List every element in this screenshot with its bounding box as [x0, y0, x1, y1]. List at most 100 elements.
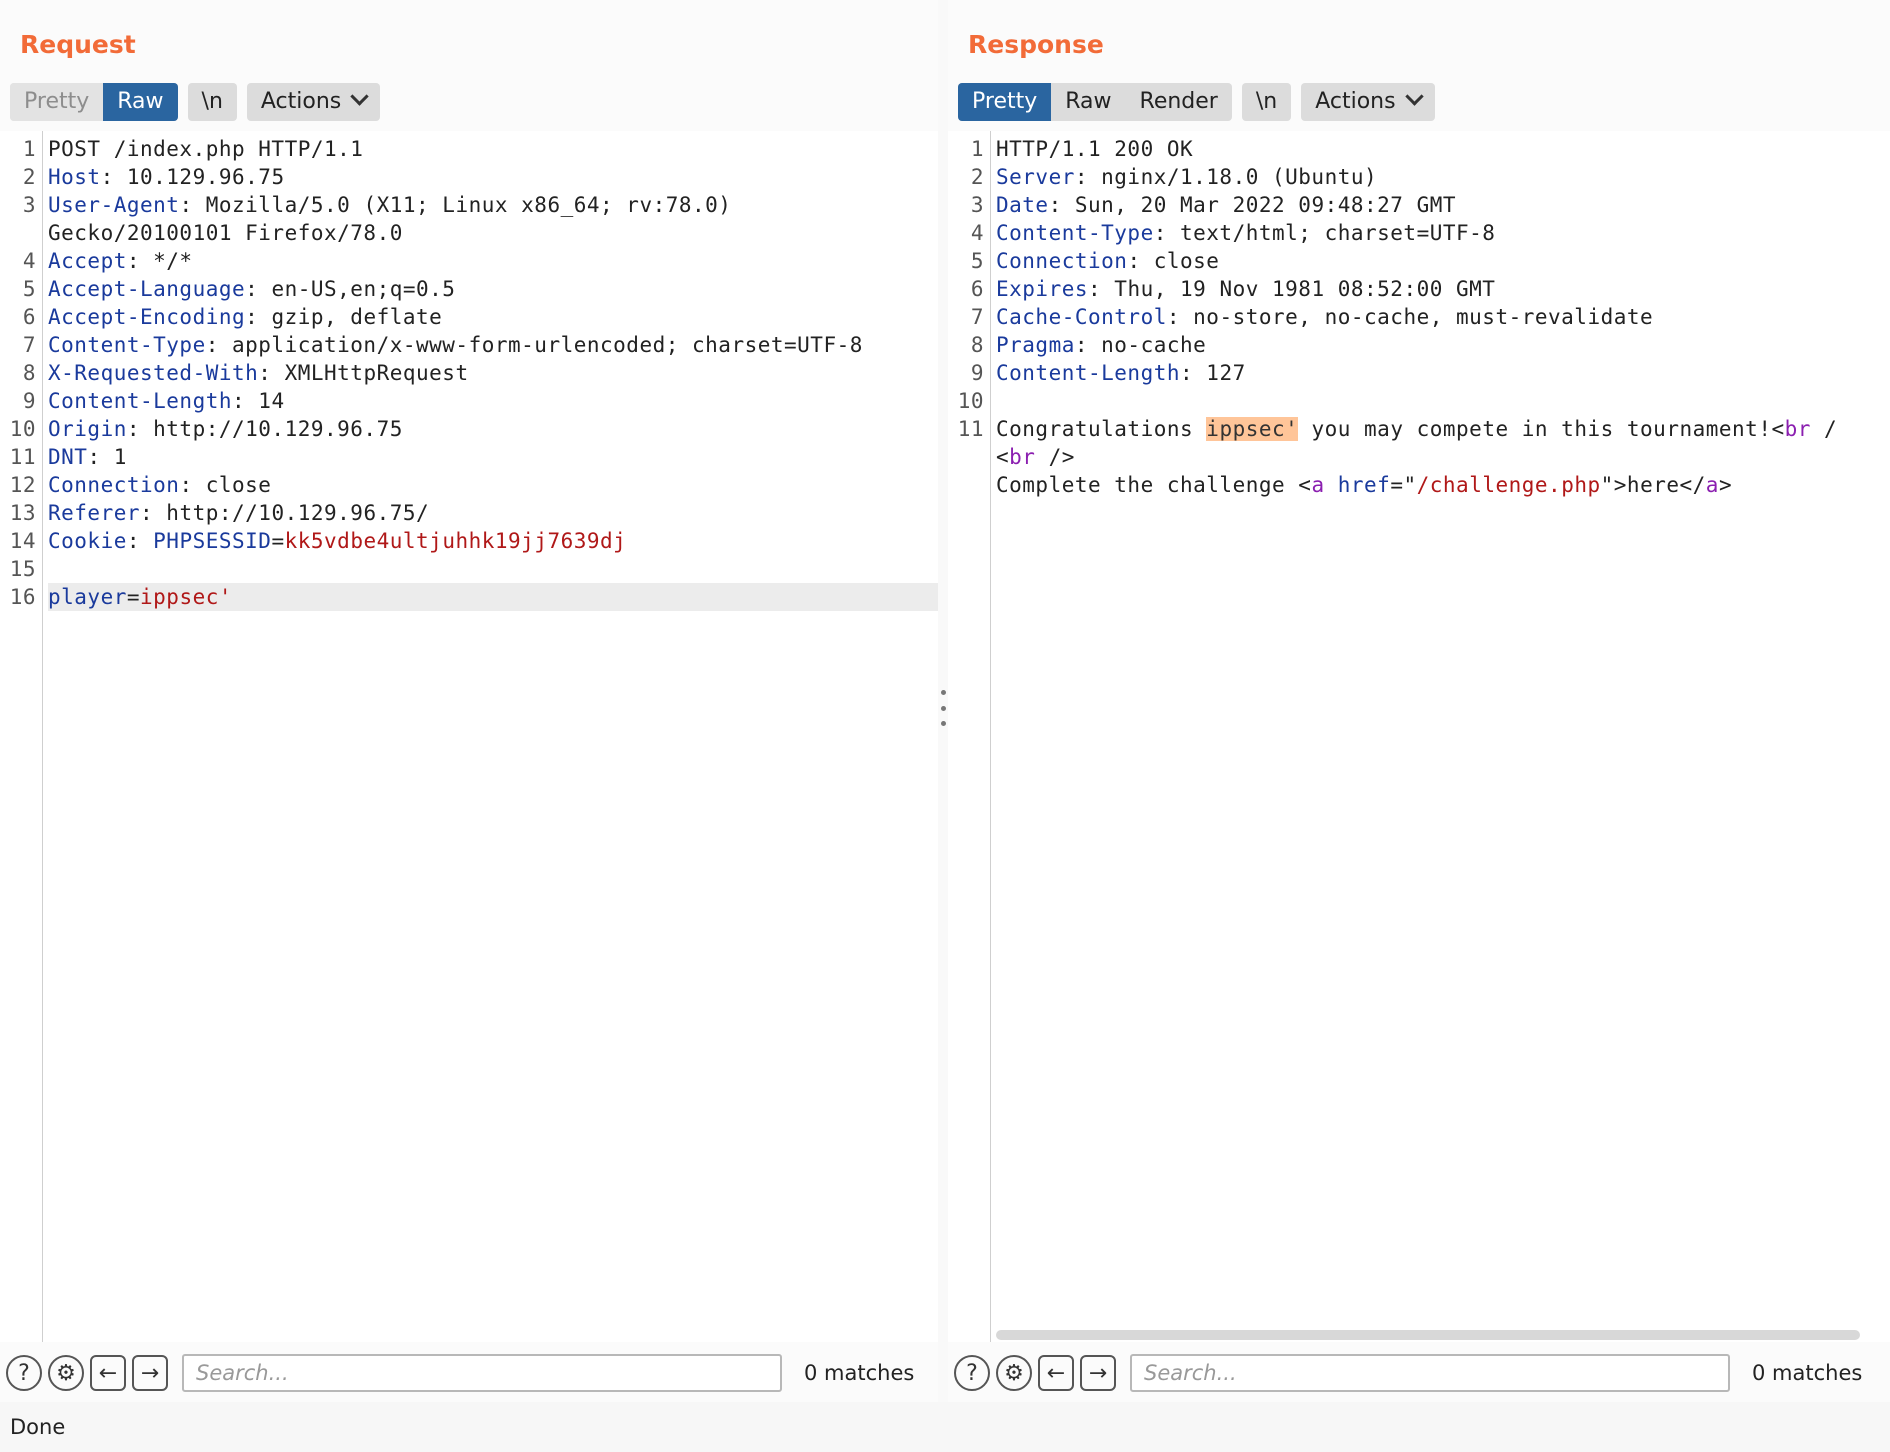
line-number [948, 471, 996, 499]
response-editor[interactable]: 1 HTTP/1.1 200 OK 2 Server: nginx/1.18.0 (U… [948, 131, 1890, 1342]
code-line: 6 Expires: Thu, 19 Nov 1981 08:52:00 GMT [948, 275, 1890, 303]
line-number [0, 219, 48, 247]
help-icon[interactable]: ? [6, 1355, 42, 1391]
request-actions-button[interactable]: Actions [247, 83, 380, 121]
line-number: 2 [970, 165, 984, 189]
request-editor[interactable]: 1 POST /index.php HTTP/1.1 2 Host: 10.129.9… [0, 131, 938, 1342]
chevron-down-icon [350, 87, 369, 106]
line-number: 1 [970, 137, 984, 161]
response-tab-raw[interactable]: Raw [1051, 83, 1125, 121]
line-text: Content-Type: application/x-www-form-url… [48, 333, 863, 357]
line-number: 11 [957, 417, 984, 441]
code-line: 7 Cache-Control: no-store, no-cache, must… [948, 303, 1890, 331]
back-arrow-icon[interactable]: ← [1038, 1355, 1074, 1391]
line-number: 7 [970, 305, 984, 329]
line-number: 14 [9, 529, 36, 553]
response-pane: Response Pretty Raw Render \n Actions 1H… [948, 0, 1890, 1402]
line-text: Date: Sun, 20 Mar 2022 09:48:27 GMT [996, 193, 1457, 217]
forward-arrow-icon[interactable]: → [1080, 1355, 1116, 1391]
code-line: 14 Cookie: PHPSESSID=kk5vdbe4ultjuhhk19jj… [0, 527, 938, 555]
line-text: Cache-Control: no-store, no-cache, must-… [996, 305, 1654, 329]
code-line: 10 Origin: http://10.129.96.75 [0, 415, 938, 443]
code-line: 3 User-Agent: Mozilla/5.0 (X11; Linux x86… [0, 191, 938, 219]
request-search-bar: ? ⚙ ← → Search... 0 matches [0, 1344, 938, 1402]
response-tab-pretty[interactable]: Pretty [958, 83, 1052, 121]
line-text: Accept-Language: en-US,en;q=0.5 [48, 277, 456, 301]
line-text: Cookie: PHPSESSID=kk5vdbe4ultjuhhk19jj76… [48, 529, 627, 553]
response-title: Response [968, 30, 1104, 59]
response-search-bar: ? ⚙ ← → Search... 0 matches [948, 1344, 1890, 1402]
line-text: DNT: 1 [48, 445, 127, 469]
code-line: 4 Accept: */* [0, 247, 938, 275]
gear-icon[interactable]: ⚙ [996, 1355, 1032, 1391]
request-newline-toggle[interactable]: \n [188, 83, 237, 121]
line-text: Content-Length: 127 [996, 361, 1246, 385]
code-line: 16 player=ippsec' [0, 583, 938, 611]
forward-arrow-icon[interactable]: → [132, 1355, 168, 1391]
response-newline-toggle[interactable]: \n [1242, 83, 1291, 121]
code-line: 6 Accept-Encoding: gzip, deflate [0, 303, 938, 331]
code-line: <br /> [948, 443, 1890, 471]
line-text: Connection: close [996, 249, 1220, 273]
line-number: 1 [22, 137, 36, 161]
code-line: 8 X-Requested-With: XMLHttpRequest [0, 359, 938, 387]
horizontal-scrollbar[interactable] [996, 1330, 1860, 1340]
line-text: Referer: http://10.129.96.75/ [48, 501, 430, 525]
code-line: 7 Content-Type: application/x-www-form-ur… [0, 331, 938, 359]
code-line: 11 DNT: 1 [0, 443, 938, 471]
line-text: Connection: close [48, 473, 272, 497]
line-text: Accept-Encoding: gzip, deflate [48, 305, 443, 329]
line-text: Gecko/20100101 Firefox/78.0 [48, 221, 403, 245]
request-toolbar: Pretty Raw \n Actions [10, 83, 381, 121]
line-number: 8 [22, 361, 36, 385]
line-text: X-Requested-With: XMLHttpRequest [48, 361, 469, 385]
line-number: 5 [22, 277, 36, 301]
help-icon[interactable]: ? [954, 1355, 990, 1391]
status-bar: Done [0, 1402, 1890, 1452]
line-number: 9 [22, 389, 36, 413]
line-number: 4 [22, 249, 36, 273]
code-line: 9 Content-Length: 127 [948, 359, 1890, 387]
code-line: 11 Congratulations ippsec' you may compet… [948, 415, 1890, 443]
line-number: 15 [9, 557, 36, 581]
line-number: 6 [22, 305, 36, 329]
request-tab-pretty[interactable]: Pretty [10, 83, 104, 121]
request-search-input[interactable]: Search... [182, 1354, 782, 1392]
code-line: 2 Server: nginx/1.18.0 (Ubuntu) [948, 163, 1890, 191]
line-number: 13 [9, 501, 36, 525]
response-actions-button[interactable]: Actions [1301, 83, 1434, 121]
line-text: Content-Length: 14 [48, 389, 285, 413]
back-arrow-icon[interactable]: ← [90, 1355, 126, 1391]
line-text: Expires: Thu, 19 Nov 1981 08:52:00 GMT [996, 277, 1496, 301]
response-tab-render[interactable]: Render [1126, 83, 1232, 121]
code-line: 5 Accept-Language: en-US,en;q=0.5 [0, 275, 938, 303]
response-match-count: 0 matches [1752, 1361, 1863, 1385]
code-line: 8 Pragma: no-cache [948, 331, 1890, 359]
request-actions-label: Actions [260, 89, 342, 114]
line-number: 6 [970, 277, 984, 301]
line-number: 3 [970, 193, 984, 217]
chevron-down-icon [1404, 87, 1424, 106]
code-line: Gecko/20100101 Firefox/78.0 [0, 219, 938, 247]
line-number: 4 [970, 221, 984, 245]
line-text: Server: nginx/1.18.0 (Ubuntu) [996, 165, 1378, 189]
gear-icon[interactable]: ⚙ [48, 1355, 84, 1391]
line-text: Origin: http://10.129.96.75 [48, 417, 403, 441]
line-number: 8 [970, 333, 984, 357]
line-number: 2 [22, 165, 36, 189]
line-text: POST /index.php HTTP/1.1 [48, 137, 364, 161]
line-text [48, 555, 938, 583]
request-tab-raw[interactable]: Raw [103, 83, 178, 121]
response-search-input[interactable]: Search... [1130, 1354, 1730, 1392]
code-line: 13 Referer: http://10.129.96.75/ [0, 499, 938, 527]
line-number: 16 [9, 585, 36, 609]
line-number: 12 [9, 473, 36, 497]
line-text: Complete the challenge <a href="/challen… [996, 473, 1733, 497]
line-number: 5 [970, 249, 984, 273]
line-text: Accept: */* [48, 249, 193, 273]
line-text: User-Agent: Mozilla/5.0 (X11; Linux x86_… [48, 193, 732, 217]
code-line: 10 [948, 387, 1890, 415]
line-number: 3 [22, 193, 36, 217]
line-number [948, 443, 996, 471]
pane-divider-handle[interactable] [940, 690, 946, 726]
